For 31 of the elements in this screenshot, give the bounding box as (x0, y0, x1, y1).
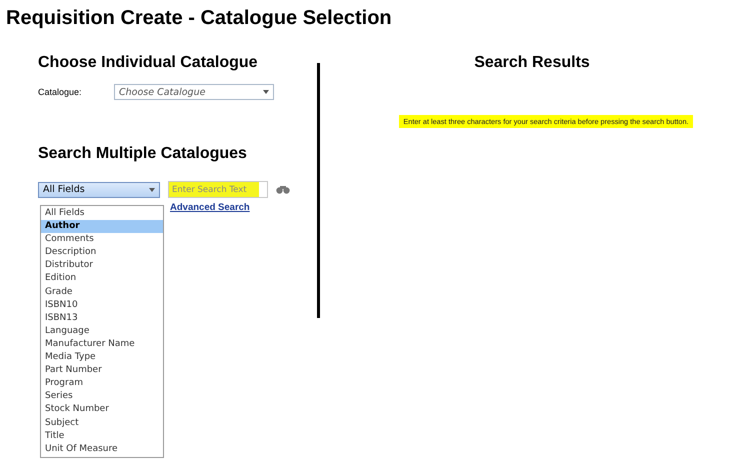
page-title: Requisition Create - Catalogue Selection (5, 6, 393, 31)
dropdown-option[interactable]: Title (41, 430, 163, 443)
dropdown-option[interactable]: ISBN10 (41, 298, 163, 312)
dropdown-option[interactable]: Comments (41, 233, 163, 246)
dropdown-option[interactable]: All Fields (41, 207, 163, 220)
dropdown-option[interactable]: Media Type (41, 351, 163, 364)
advanced-search-link[interactable]: Advanced Search (170, 202, 317, 213)
section-heading: Choose Individual Catalogue (38, 53, 259, 73)
caret-icon (149, 188, 155, 192)
field-label: Catalogue: (38, 87, 83, 97)
dropdown-option[interactable]: Part Number (41, 364, 163, 378)
dropdown-option[interactable]: Manufacturer Name (41, 338, 163, 352)
catalogue-select[interactable]: Choose Catalogue (114, 84, 274, 100)
dropdown-option[interactable]: Subject (41, 416, 163, 430)
dropdown-option[interactable]: Language (41, 324, 163, 338)
dropdown-option[interactable]: Grade (41, 286, 163, 299)
dropdown-option[interactable]: Author (41, 220, 163, 234)
section-heading: Search Results (474, 53, 590, 73)
dropdown-option[interactable]: Series (41, 390, 163, 404)
caret-icon (263, 90, 269, 94)
dropdown-option[interactable]: ISBN13 (41, 312, 163, 325)
dropdown-option[interactable]: Distributor (41, 259, 163, 272)
binoculars-icon[interactable] (276, 185, 290, 194)
dropdown-option[interactable]: Program (41, 377, 163, 390)
section-heading: Search Multiple Catalogues (38, 144, 248, 164)
field-select[interactable]: All Fields (38, 182, 160, 198)
dropdown-option[interactable]: Description (41, 246, 163, 260)
dropdown-option[interactable]: Stock Number (41, 403, 163, 416)
dropdown-option[interactable]: Edition (41, 272, 163, 286)
dropdown-option[interactable]: Unit Of Measure (41, 442, 163, 456)
search-field[interactable]: Enter Search Text (168, 181, 268, 198)
